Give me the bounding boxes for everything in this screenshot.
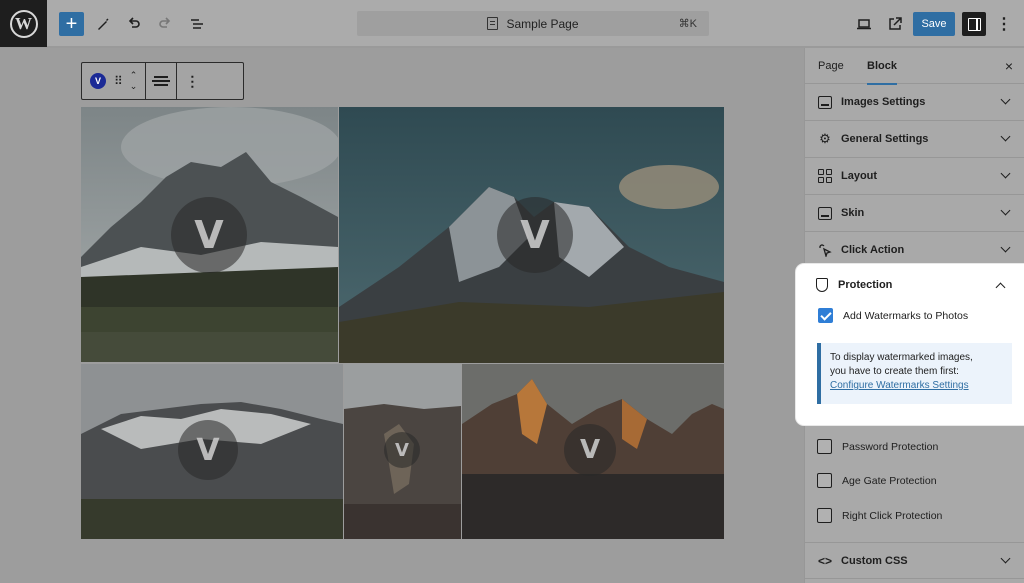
age-gate-protection-option[interactable]: Age Gate Protection — [817, 473, 937, 488]
block-toolbar-main: V ⠿ ⌃ ⌄ — [82, 63, 147, 99]
block-toolbar: V ⠿ ⌃ ⌄ ⋮ — [81, 62, 244, 100]
chevron-down-icon — [1000, 131, 1011, 142]
chevron-down-icon — [1000, 242, 1011, 253]
protection-header[interactable]: Protection — [816, 278, 892, 292]
gallery-photo[interactable]: V — [344, 364, 461, 539]
sidebar-tabs: Page Block × — [805, 48, 1024, 85]
close-icon[interactable]: × — [1005, 58, 1013, 74]
age-gate-protection-checkbox[interactable] — [817, 473, 832, 488]
panel-protection: Protection Add Watermarks to Photos To d… — [796, 264, 1024, 425]
skin-icon — [817, 205, 833, 221]
save-button[interactable]: Save — [913, 12, 955, 36]
command-shortcut: ⌘K — [678, 18, 697, 30]
option-label: Password Protection — [842, 440, 939, 453]
chevron-down-icon — [1000, 94, 1011, 105]
wordpress-logo-icon: W — [9, 9, 38, 38]
editor-topbar: W + Sample Page ⌘K Save ⋮ — [0, 0, 1024, 47]
layout-grid-icon — [817, 168, 833, 184]
page-icon — [487, 17, 499, 30]
preview-desktop-icon[interactable] — [852, 12, 876, 36]
add-watermarks-checkbox[interactable] — [818, 308, 833, 323]
pointer-click-icon — [817, 242, 833, 258]
panel-custom-css[interactable]: <> Custom CSS — [805, 542, 1024, 579]
block-movers: ⌃ ⌄ — [130, 70, 138, 92]
wordpress-logo[interactable]: W — [0, 0, 47, 47]
watermark-icon: V — [497, 197, 573, 273]
sidebar-icon — [967, 17, 981, 31]
block-toolbar-more: ⋮ — [177, 63, 207, 99]
notice-text-line2: you have to create them first: — [830, 366, 959, 377]
panel-label: Images Settings — [841, 96, 926, 108]
block-options-icon[interactable]: ⋮ — [185, 73, 199, 90]
panel-label: Protection — [838, 279, 893, 291]
option-label: Right Click Protection — [842, 509, 943, 522]
gallery-photo[interactable]: V — [339, 107, 724, 363]
gear-icon: ⚙ — [819, 131, 831, 146]
panel-label: Click Action — [841, 244, 905, 256]
right-click-protection-option[interactable]: Right Click Protection — [817, 508, 942, 523]
image-gallery: V V V V V — [81, 107, 724, 539]
options-menu-button[interactable]: ⋮ — [994, 12, 1014, 36]
drag-handle-icon[interactable]: ⠿ — [114, 74, 123, 88]
tab-block[interactable]: Block — [867, 48, 897, 85]
command-palette[interactable]: Sample Page ⌘K — [357, 11, 709, 36]
panel-label: Layout — [841, 170, 878, 182]
panel-general-settings[interactable]: ⚙ General Settings — [805, 121, 1024, 158]
watermark-icon: V — [171, 197, 247, 273]
tab-page[interactable]: Page — [818, 48, 844, 84]
gallery-photo[interactable]: V — [462, 364, 724, 539]
add-block-button[interactable]: + — [59, 12, 84, 36]
code-icon: <> — [817, 553, 832, 568]
add-watermarks-option[interactable]: Add Watermarks to Photos — [818, 308, 968, 323]
right-click-protection-checkbox[interactable] — [817, 508, 832, 523]
panel-skin[interactable]: Skin — [805, 195, 1024, 232]
configure-watermarks-link[interactable]: Configure Watermarks Settings — [830, 380, 969, 391]
watermark-notice: To display watermarked images, you have … — [817, 343, 1012, 404]
align-icon[interactable] — [152, 76, 171, 86]
move-up-icon[interactable]: ⌃ — [130, 70, 138, 81]
panel-layout[interactable]: Layout — [805, 158, 1024, 195]
panel-images-settings[interactable]: Images Settings — [805, 84, 1024, 121]
watermark-icon: V — [178, 420, 238, 480]
redo-icon[interactable] — [153, 12, 177, 36]
view-external-icon[interactable] — [883, 12, 907, 36]
option-label: Add Watermarks to Photos — [843, 309, 969, 322]
notice-text-line1: To display watermarked images, — [830, 352, 973, 363]
chevron-down-icon — [1000, 553, 1011, 564]
chevron-up-icon[interactable] — [995, 282, 1006, 293]
pencil-tools-icon[interactable] — [91, 12, 115, 36]
chevron-down-icon — [1000, 168, 1011, 179]
block-toolbar-align — [146, 63, 178, 99]
chevron-down-icon — [1000, 205, 1011, 216]
panel-label: General Settings — [841, 133, 929, 145]
shield-icon — [816, 278, 828, 292]
password-protection-option[interactable]: Password Protection — [817, 439, 938, 454]
panel-label: Custom CSS — [841, 554, 908, 567]
gallery-photo[interactable]: V — [81, 364, 343, 539]
move-down-icon[interactable]: ⌄ — [130, 81, 138, 92]
undo-icon[interactable] — [122, 12, 146, 36]
page-title: Sample Page — [506, 16, 579, 31]
password-protection-checkbox[interactable] — [817, 439, 832, 454]
panel-label: Skin — [841, 207, 865, 219]
image-icon — [817, 94, 833, 110]
settings-sidebar-toggle[interactable] — [962, 12, 986, 36]
watermark-icon: V — [564, 424, 616, 476]
block-type-icon[interactable]: V — [90, 73, 106, 89]
watermark-icon: V — [384, 432, 420, 468]
document-overview-icon[interactable] — [185, 12, 209, 36]
option-label: Age Gate Protection — [842, 474, 937, 487]
gallery-photo[interactable]: V — [81, 107, 338, 362]
